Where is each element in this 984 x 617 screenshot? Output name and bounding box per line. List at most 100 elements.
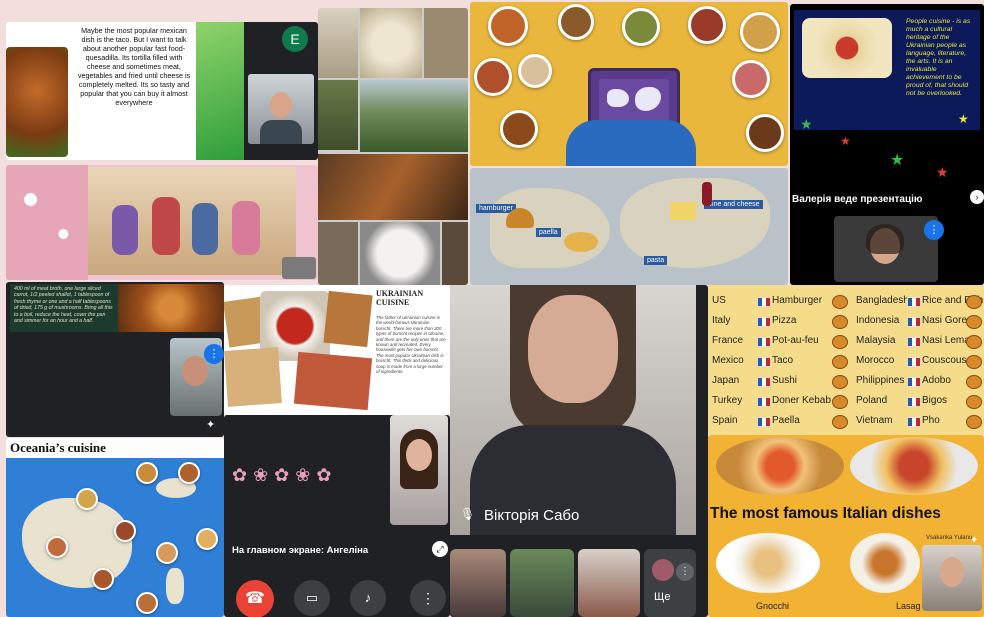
food-plate-10 [746,114,784,152]
dish-icon [966,415,982,429]
audio-level-icon: ⋮ [676,563,694,581]
watermark-text: Vsakanka Yulanu [926,535,973,541]
country-row: Italy Pizza [712,311,850,333]
country-name: Bangladesh [856,295,909,306]
figure-2 [152,197,180,255]
country-row: US Hamburger [712,291,850,313]
wine-icon [702,182,712,206]
more-label: Ще [654,591,671,603]
country-row: Spain Paella [712,411,850,433]
microphone-button[interactable]: ♪ [350,580,386,616]
flag-icon [757,397,771,407]
pizza-photo [716,437,844,495]
dish-name: Taco [772,355,794,366]
audio-level-icon: ⋮ [204,344,224,364]
fullscreen-icon[interactable]: ⤢ [432,541,448,557]
world-map-icon [599,79,669,125]
country-dishes-tile: US Hamburger Italy Pizza France Pot-au-feu Mex… [708,285,984,435]
food-plate-5 [740,12,780,52]
borscht-map-image [802,18,892,78]
more-participants-tile[interactable]: ⋮ Ще [644,549,696,617]
country-name: Spain [712,415,738,426]
flag-icon [907,377,921,387]
speaker-video [450,285,696,535]
star-decor: ★ [890,152,905,169]
food-plate-7 [518,54,552,88]
hangup-button[interactable]: ☎ [236,580,274,617]
presenter-video [834,216,938,282]
hands-illustration [566,120,696,166]
flag-icon [907,357,921,367]
camera-button[interactable]: ▭ [294,580,330,616]
country-name: Malaysia [856,335,896,346]
country-name: Vietnam [856,415,893,426]
ukrainian-cuisine-tile: UKRAINIAN CUISINE The father of Ukrainia… [224,285,450,415]
country-row: Morocco Couscous [856,351,984,373]
cheese-icon [670,202,696,220]
food-photo [293,351,373,411]
flag-icon [757,357,771,367]
country-row: Mexico Taco [712,351,850,373]
continent-shape-2 [635,87,661,111]
participant-thumb-1 [450,549,506,617]
dish-icon [832,375,848,389]
taco-participant-panel: E [244,22,318,160]
dish-icon [156,542,178,564]
dish-name: Adobo [922,375,951,386]
recipe-slide: 400 ml of meat broth, one large sliced c… [10,284,224,332]
lasagna-label: Lasag [896,601,921,611]
sakura-pattern [6,165,88,280]
presenting-caption: Валерія веде презентацію [792,194,923,205]
dish-icon [76,488,98,510]
flag-icon [757,337,771,347]
painting-image [88,167,296,275]
food-photo [224,347,282,407]
gnocchi-label: Gnocchi [756,601,790,611]
dish-name: Paella [772,415,800,426]
slide-thumbnail: People cuisine - is as much a cultural h… [794,10,980,130]
person-head [270,92,292,118]
pin-icon[interactable]: › [970,190,984,204]
effects-icon[interactable]: ✦ [206,418,215,431]
dish-icon [832,295,848,309]
audio-level-icon: ⋮ [924,220,944,240]
flag-icon [907,297,921,307]
spaghetti-photo [850,437,978,495]
table-left: US Hamburger Italy Pizza France Pot-au-feu Mex… [712,291,850,431]
flag-icon [757,317,771,327]
person-body [260,120,302,144]
pasta-icon [564,232,598,252]
effects-icon[interactable]: ✦ [970,535,978,546]
dish-name: Hamburger [772,295,823,306]
slide-green-accent [196,22,244,160]
borscht-collage [224,289,373,411]
participant-video [922,545,982,611]
food-plate-1 [488,6,528,46]
participant-video [248,74,314,144]
burger-icon [506,208,534,228]
star-decor: ★ [936,164,949,180]
flag-icon [757,377,771,387]
country-row: Malaysia Nasi Lemak [856,331,984,353]
country-name: Poland [856,395,888,406]
country-name: Indonesia [856,315,900,326]
dish-icon [196,528,218,550]
more-options-button[interactable]: ⋮ [410,580,446,616]
flag-icon [907,317,921,327]
dish-name: Pizza [772,315,797,326]
dish-name: Couscous [922,355,967,366]
speaker-name: Вікторія Сабо [484,507,580,524]
side-photo [318,222,358,285]
country-row: Bangladesh Rice and Fish [856,291,984,313]
dish-name: Bigos [922,395,948,406]
ukrainian-text: The father of Ukrainian cuisine is the w… [376,315,446,375]
flower-decor: ✿❀✿❀✿ [232,465,338,485]
taco-slide-text: Maybe the most popular mexican dish is t… [77,26,191,107]
country-name: Turkey [712,395,743,406]
flag-icon [907,397,921,407]
dumplings-photo [318,8,358,78]
flag-icon [757,417,771,427]
wine-cheese-label: wine and cheese [704,200,763,209]
recipe-tile: 400 ml of meat broth, one large sliced c… [6,282,224,437]
country-name: Japan [712,375,740,386]
